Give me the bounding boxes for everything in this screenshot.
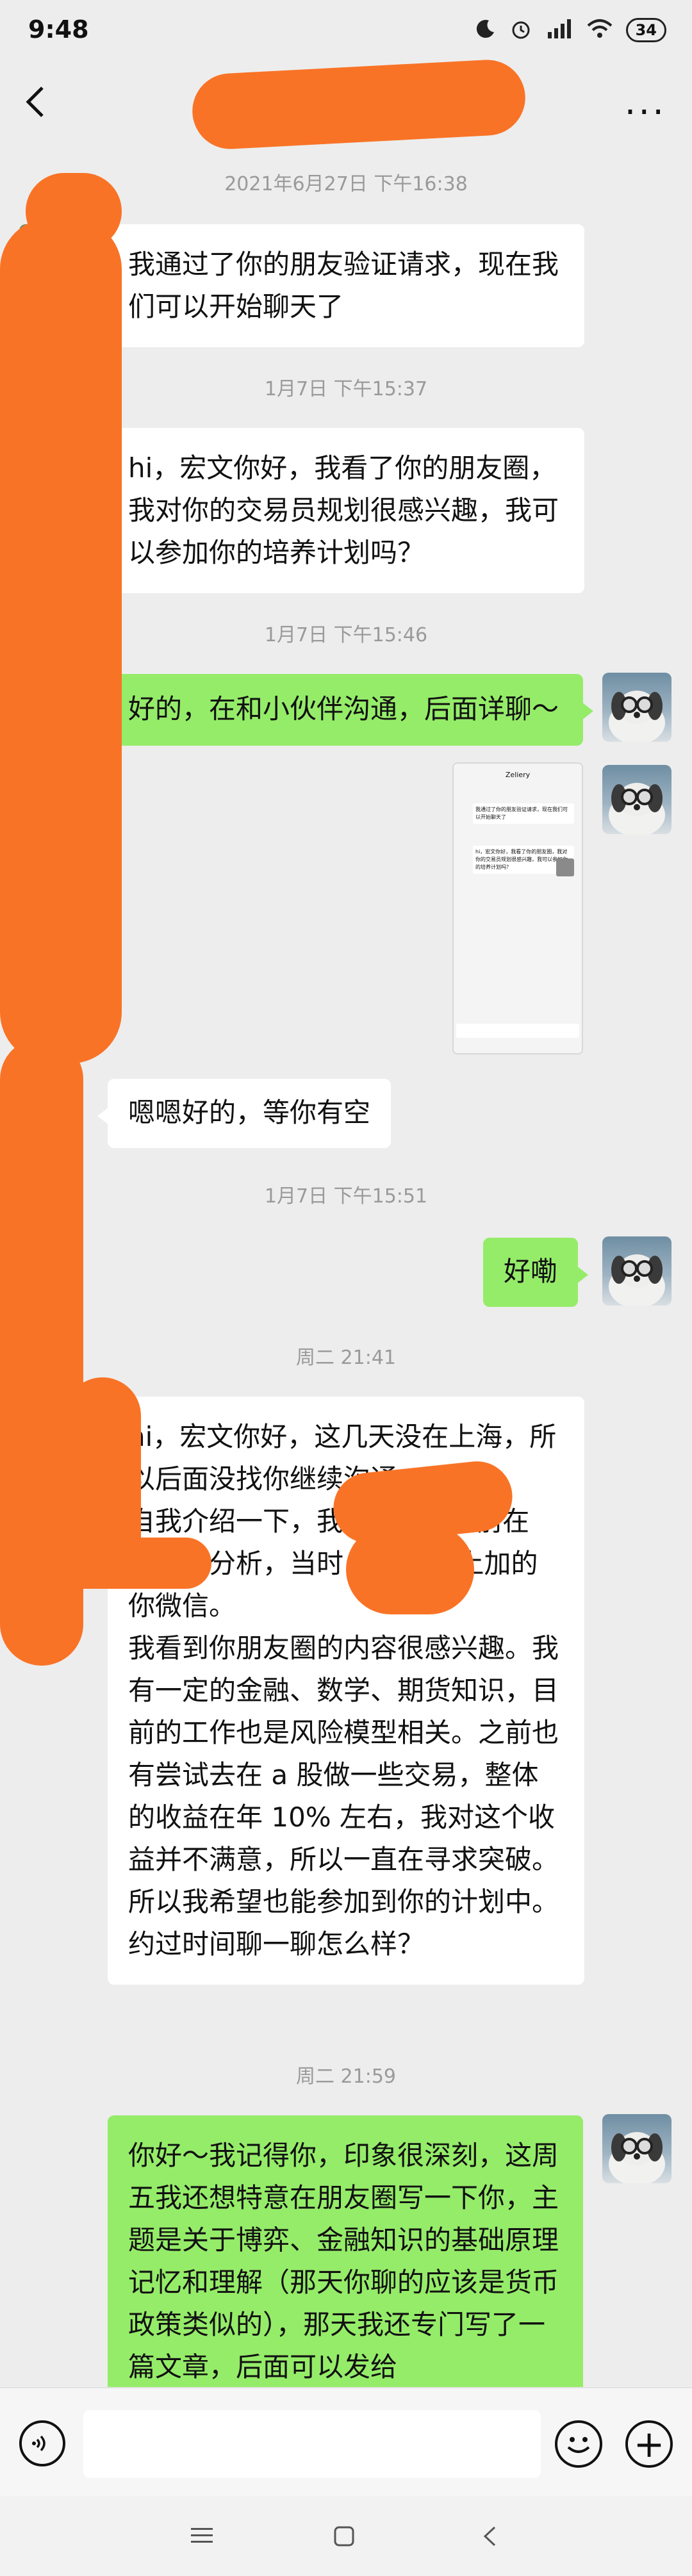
thumbnail-input (456, 1024, 579, 1038)
smiley-icon (567, 2437, 590, 2453)
emoji-button[interactable] (555, 2420, 602, 2468)
message-bubble-outgoing[interactable]: 你好～我记得你，印象很深刻，这周五我还想特意在朋友圈写一下你，主题是关于博弈、金… (108, 2115, 583, 2387)
message-input[interactable] (83, 2410, 541, 2478)
voice-wave-icon (32, 2435, 45, 2452)
back-button[interactable] (19, 79, 51, 124)
thumbnail-text-1: 我通过了你的朋友验证请求，现在我们可以开始聊天了 (475, 807, 568, 820)
more-options-button[interactable]: ... (625, 85, 666, 120)
back-nav-icon[interactable] (482, 2525, 497, 2550)
redaction-scribble (190, 58, 527, 151)
my-avatar[interactable] (602, 673, 671, 742)
dog-avatar-icon (609, 691, 665, 742)
my-avatar[interactable] (602, 2114, 671, 2183)
my-avatar[interactable] (602, 1236, 671, 1306)
redaction-scribble (346, 1525, 474, 1614)
alarm-icon (509, 17, 532, 43)
status-time: 9:48 (28, 15, 89, 44)
message-bubble-outgoing[interactable]: 好嘞 (483, 1238, 589, 1307)
thumbnail-text-2: hi，宏文你好，我看了你的朋友圈，我对你的交易员规划很感兴趣，我可以参加你的培养… (475, 849, 568, 870)
thumbnail-bubble-1: 我通过了你的朋友验证请求，现在我们可以开始聊天了 (473, 803, 574, 824)
menu-icon[interactable] (191, 2527, 213, 2547)
chevron-left-icon (26, 86, 44, 117)
system-nav-bar (0, 2496, 692, 2576)
redaction-scribble (0, 218, 122, 1063)
thumbnail-header: Zeliery (454, 764, 582, 787)
timestamp: 周二 21:59 (296, 2065, 396, 2088)
message-bubble-incoming[interactable]: hi，宏文你好，我看了你的朋友圈，我对你的交易员规划很感兴趣，我可以参加你的培养… (97, 428, 584, 593)
dog-avatar-icon (609, 2132, 665, 2183)
message-bubble-outgoing[interactable]: 好的，在和小伙伴沟通，后面详聊～ (108, 674, 593, 746)
voice-input-button[interactable] (19, 2420, 65, 2466)
redaction-scribble (0, 1538, 211, 1589)
screenshot-image-message[interactable]: Zeliery 我通过了你的朋友验证请求，现在我们可以开始聊天了 hi，宏文你好… (452, 762, 583, 1054)
home-icon[interactable] (333, 2525, 355, 2550)
status-icons: 34 (475, 17, 666, 44)
dnd-moon-icon (475, 18, 497, 42)
dog-avatar-icon (609, 783, 665, 834)
timestamp: 周二 21:41 (296, 1347, 396, 1369)
thumbnail-avatar (556, 858, 574, 876)
message-bubble-incoming[interactable]: 嗯嗯好的，等你有空 (97, 1079, 391, 1148)
dog-avatar-icon (609, 1254, 665, 1306)
wifi-icon (586, 18, 613, 42)
message-bubble-incoming[interactable]: 我通过了你的朋友验证请求，现在我们可以开始聊天了 (97, 224, 584, 347)
my-avatar[interactable] (602, 765, 671, 834)
plus-icon[interactable]: + (625, 2420, 673, 2468)
thumbnail-title: Zeliery (505, 771, 531, 779)
signal-icon (545, 18, 573, 42)
timestamp: 1月7日 下午15:51 (264, 1185, 428, 1208)
battery-icon: 34 (625, 18, 666, 42)
